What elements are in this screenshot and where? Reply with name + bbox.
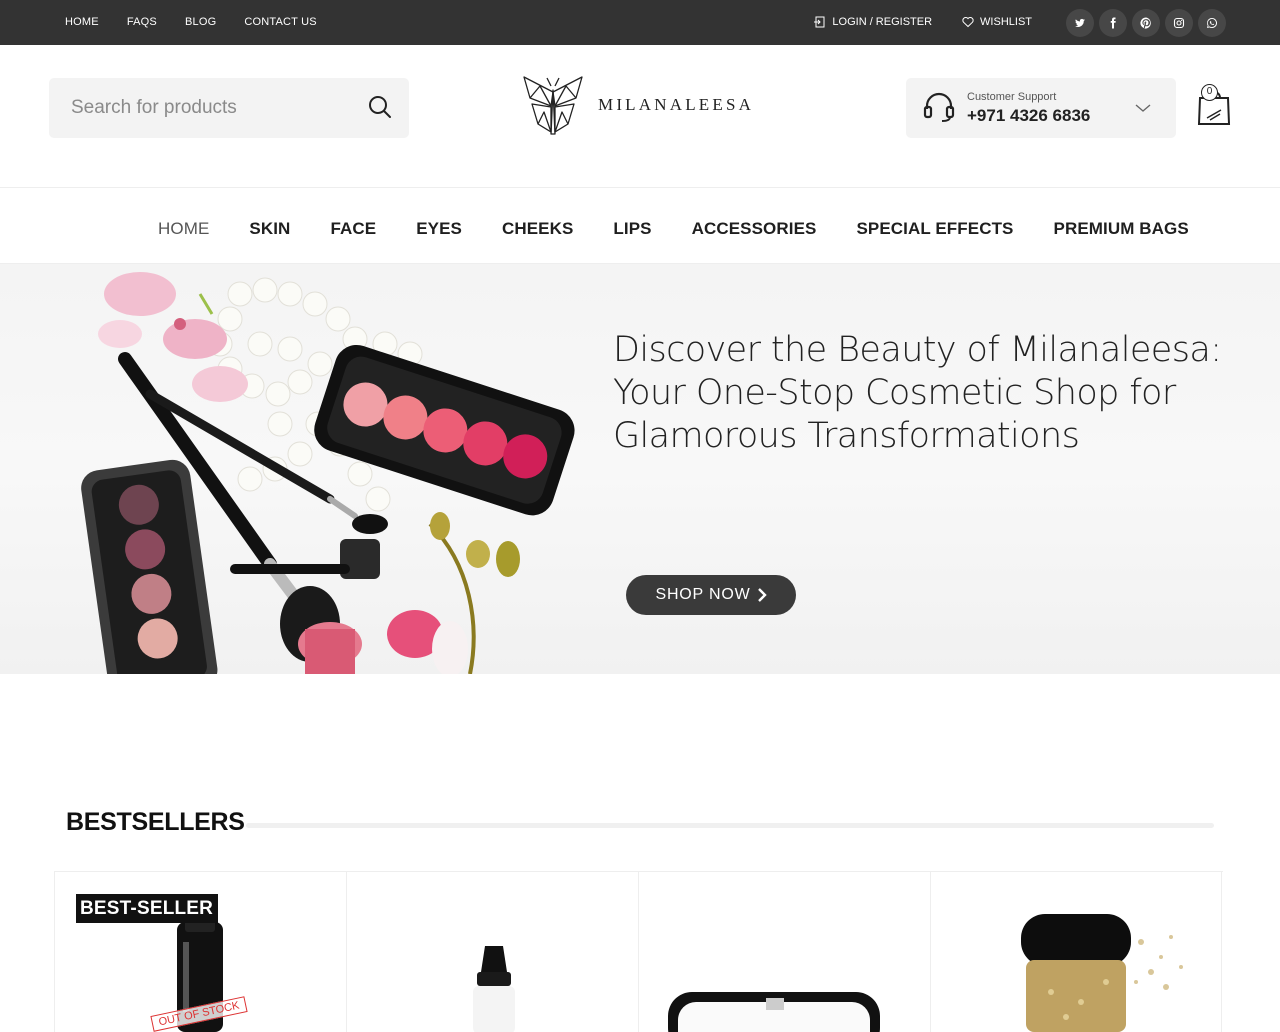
nav-item-home[interactable]: HOME (158, 219, 209, 239)
nav-item-premium-bags[interactable]: PREMIUM BAGS (1054, 219, 1189, 239)
wishlist-link[interactable]: WISHLIST (962, 16, 1032, 28)
pinterest-icon (1140, 17, 1151, 29)
wishlist-label: WISHLIST (980, 16, 1032, 28)
top-nav-faqs[interactable]: FAQS (127, 16, 157, 28)
support-label: Customer Support (967, 91, 1057, 103)
search-bar (49, 78, 409, 138)
product-grid: BEST-SELLER OUT OF STOCK (54, 871, 1223, 1032)
bestsellers-title: BESTSELLERS (66, 808, 245, 836)
hero-banner: Discover the Beauty of Milanaleesa: Your… (0, 264, 1280, 674)
product-card[interactable] (346, 872, 638, 1032)
chevron-right-icon (757, 588, 767, 602)
product-image (473, 946, 515, 1032)
login-register-label: LOGIN / REGISTER (832, 16, 933, 28)
product-image (1021, 914, 1183, 1032)
social-links (1066, 9, 1226, 37)
support-phone: +971 4326 6836 (967, 106, 1091, 125)
nav-item-eyes[interactable]: EYES (416, 219, 462, 239)
account-links: LOGIN / REGISTER WISHLIST (814, 16, 1032, 28)
customer-support-dropdown[interactable]: Customer Support +971 4326 6836 (906, 78, 1176, 138)
shop-now-button[interactable]: SHOP NOW (626, 575, 796, 615)
main-navigation: HOME SKIN FACE EYES CHEEKS LIPS ACCESSOR… (0, 187, 1280, 264)
login-register-link[interactable]: LOGIN / REGISTER (814, 16, 932, 28)
nav-item-accessories[interactable]: ACCESSORIES (692, 219, 817, 239)
whatsapp-button[interactable] (1198, 9, 1226, 37)
product-image (668, 992, 880, 1032)
headset-icon (923, 92, 955, 122)
nav-item-skin[interactable]: SKIN (249, 219, 290, 239)
product-card[interactable] (930, 872, 1222, 1032)
section-divider (246, 823, 1214, 828)
instagram-button[interactable] (1165, 9, 1193, 37)
instagram-icon (1173, 17, 1185, 29)
product-card[interactable] (638, 872, 930, 1032)
nav-item-special-effects[interactable]: SPECIAL EFFECTS (856, 219, 1013, 239)
hero-cosmetics-image (81, 272, 575, 674)
search-input[interactable] (71, 96, 351, 120)
cart-count-badge: 0 (1201, 84, 1218, 101)
top-nav: HOME FAQS BLOG CONTACT US (65, 16, 317, 28)
best-seller-badge: BEST-SELLER (76, 894, 219, 923)
nav-item-cheeks[interactable]: CHEEKS (502, 219, 573, 239)
heart-icon (962, 17, 974, 28)
top-nav-contact[interactable]: CONTACT US (244, 16, 317, 28)
pinterest-button[interactable] (1132, 9, 1160, 37)
twitter-icon (1075, 18, 1085, 27)
shop-now-label: SHOP NOW (655, 586, 751, 603)
product-card[interactable]: BEST-SELLER OUT OF STOCK (54, 872, 346, 1032)
top-nav-home[interactable]: HOME (65, 16, 99, 28)
search-icon[interactable] (367, 94, 393, 120)
facebook-button[interactable] (1099, 9, 1127, 37)
nav-item-lips[interactable]: LIPS (613, 219, 651, 239)
whatsapp-icon (1207, 17, 1218, 28)
login-icon (814, 16, 825, 28)
site-logo[interactable]: MILANALEESA (520, 74, 754, 136)
logo-wordmark: MILANALEESA (598, 95, 755, 114)
butterfly-logo-icon (523, 76, 583, 135)
chevron-down-icon (1135, 104, 1151, 112)
nav-item-face[interactable]: FACE (330, 219, 376, 239)
twitter-button[interactable] (1066, 9, 1094, 37)
hero-title: Discover the Beauty of Milanaleesa: Your… (613, 330, 1222, 456)
facebook-icon (1110, 17, 1116, 29)
top-nav-blog[interactable]: BLOG (185, 16, 216, 28)
top-bar: HOME FAQS BLOG CONTACT US LOGIN / REGIST… (0, 0, 1280, 45)
